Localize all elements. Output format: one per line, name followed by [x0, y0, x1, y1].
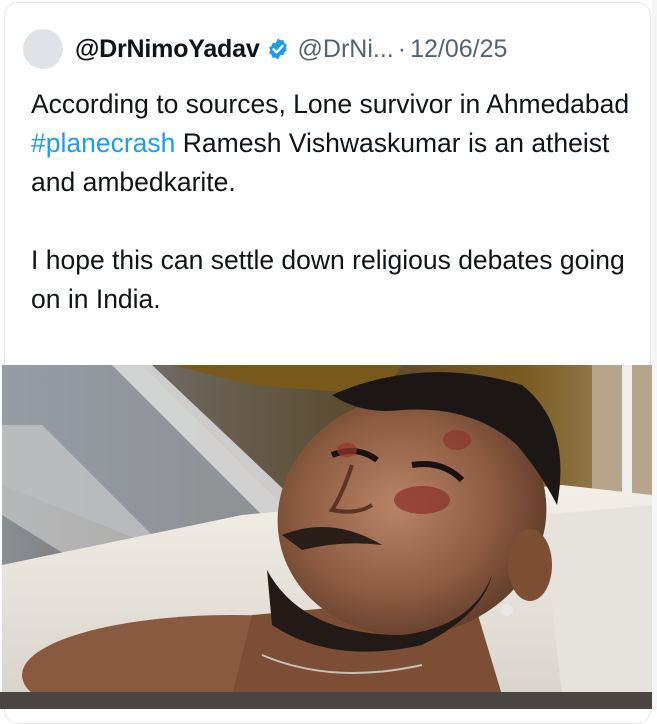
verified-badge-icon	[268, 38, 287, 60]
separator-dot: ·	[397, 34, 407, 63]
text-segment: According to sources, Lone survivor in A…	[31, 89, 630, 119]
handle[interactable]: @DrNi...	[298, 35, 394, 64]
tweet-paragraph-1: According to sources, Lone survivor in A…	[31, 85, 631, 202]
avatar[interactable]	[23, 29, 63, 69]
tweet-text: According to sources, Lone survivor in A…	[31, 85, 631, 319]
tweet-date[interactable]: 12/06/25	[410, 35, 507, 64]
display-name[interactable]: @DrNimoYadav	[75, 35, 260, 64]
tweet-paragraph-2: I hope this can settle down religious de…	[31, 245, 625, 314]
tweet-header: @DrNimoYadav @DrNi... · 12/06/25	[23, 27, 507, 71]
right-edge	[652, 0, 657, 709]
photo-illustration	[2, 365, 652, 695]
hashtag-link[interactable]: #planecrash	[31, 128, 175, 158]
bottom-divider	[0, 692, 657, 709]
tweet-photo[interactable]	[2, 365, 652, 695]
